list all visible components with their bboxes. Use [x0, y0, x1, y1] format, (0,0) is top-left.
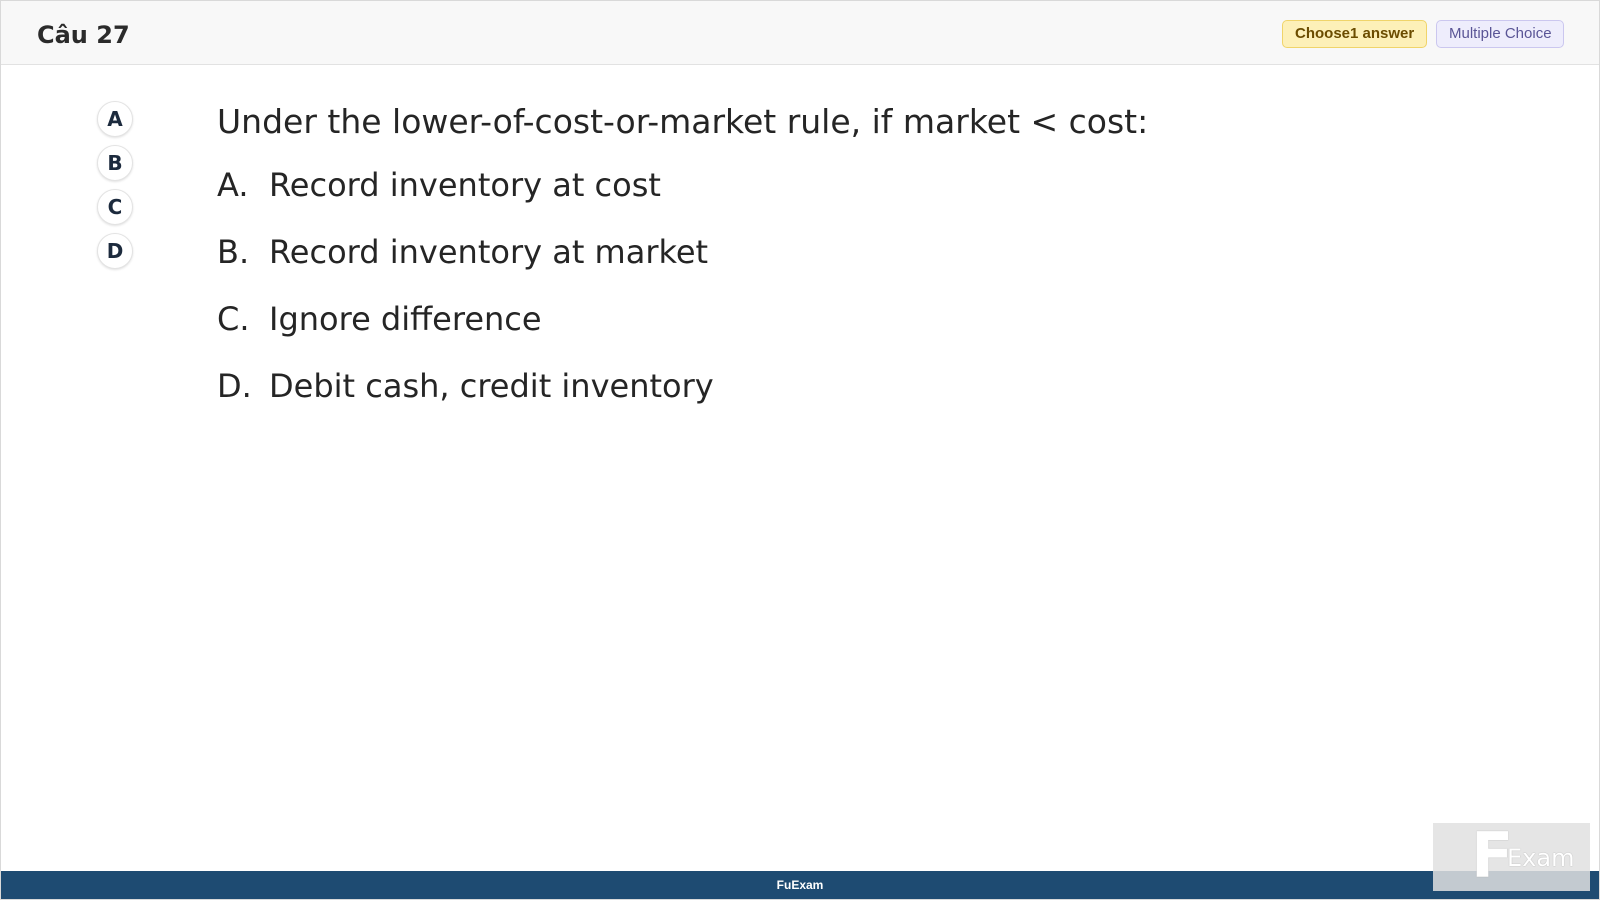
option-c[interactable]: C. Ignore difference	[217, 300, 1517, 367]
option-b[interactable]: B. Record inventory at market	[217, 233, 1517, 300]
answer-c-button[interactable]: C	[97, 189, 133, 225]
answer-a-button[interactable]: A	[97, 101, 133, 137]
question-type-badge: Multiple Choice	[1436, 20, 1564, 48]
options-list: A. Record inventory at cost B. Record in…	[217, 166, 1517, 434]
option-label: C.	[217, 300, 250, 338]
option-label: B.	[217, 233, 250, 271]
option-label: A.	[217, 166, 249, 204]
option-label: D.	[217, 367, 252, 405]
option-a[interactable]: A. Record inventory at cost	[217, 166, 1517, 233]
answer-d-button[interactable]: D	[97, 233, 133, 269]
answer-b-button[interactable]: B	[97, 145, 133, 181]
footer-brand: FuExam	[776, 878, 824, 892]
fuexam-logo-watermark: F Exam	[1433, 823, 1590, 891]
option-text: Debit cash, credit inventory	[269, 367, 714, 405]
option-text: Record inventory at cost	[269, 166, 661, 204]
question-text: Under the lower-of-cost-or-market rule, …	[217, 102, 1149, 141]
question-number: Câu 27	[37, 21, 130, 49]
question-header: Câu 27 Choose1 answer Multiple Choice	[1, 1, 1599, 65]
answer-letter-selector: A B C D	[97, 101, 133, 277]
option-d[interactable]: D. Debit cash, credit inventory	[217, 367, 1517, 434]
footer-bar: FuExam	[1, 871, 1599, 899]
watermark-word: Exam	[1507, 844, 1575, 872]
choose-answer-badge: Choose1 answer	[1282, 20, 1427, 48]
question-content: Under the lower-of-cost-or-market rule, …	[217, 100, 1517, 434]
option-text: Ignore difference	[269, 300, 542, 338]
option-text: Record inventory at market	[269, 233, 709, 271]
